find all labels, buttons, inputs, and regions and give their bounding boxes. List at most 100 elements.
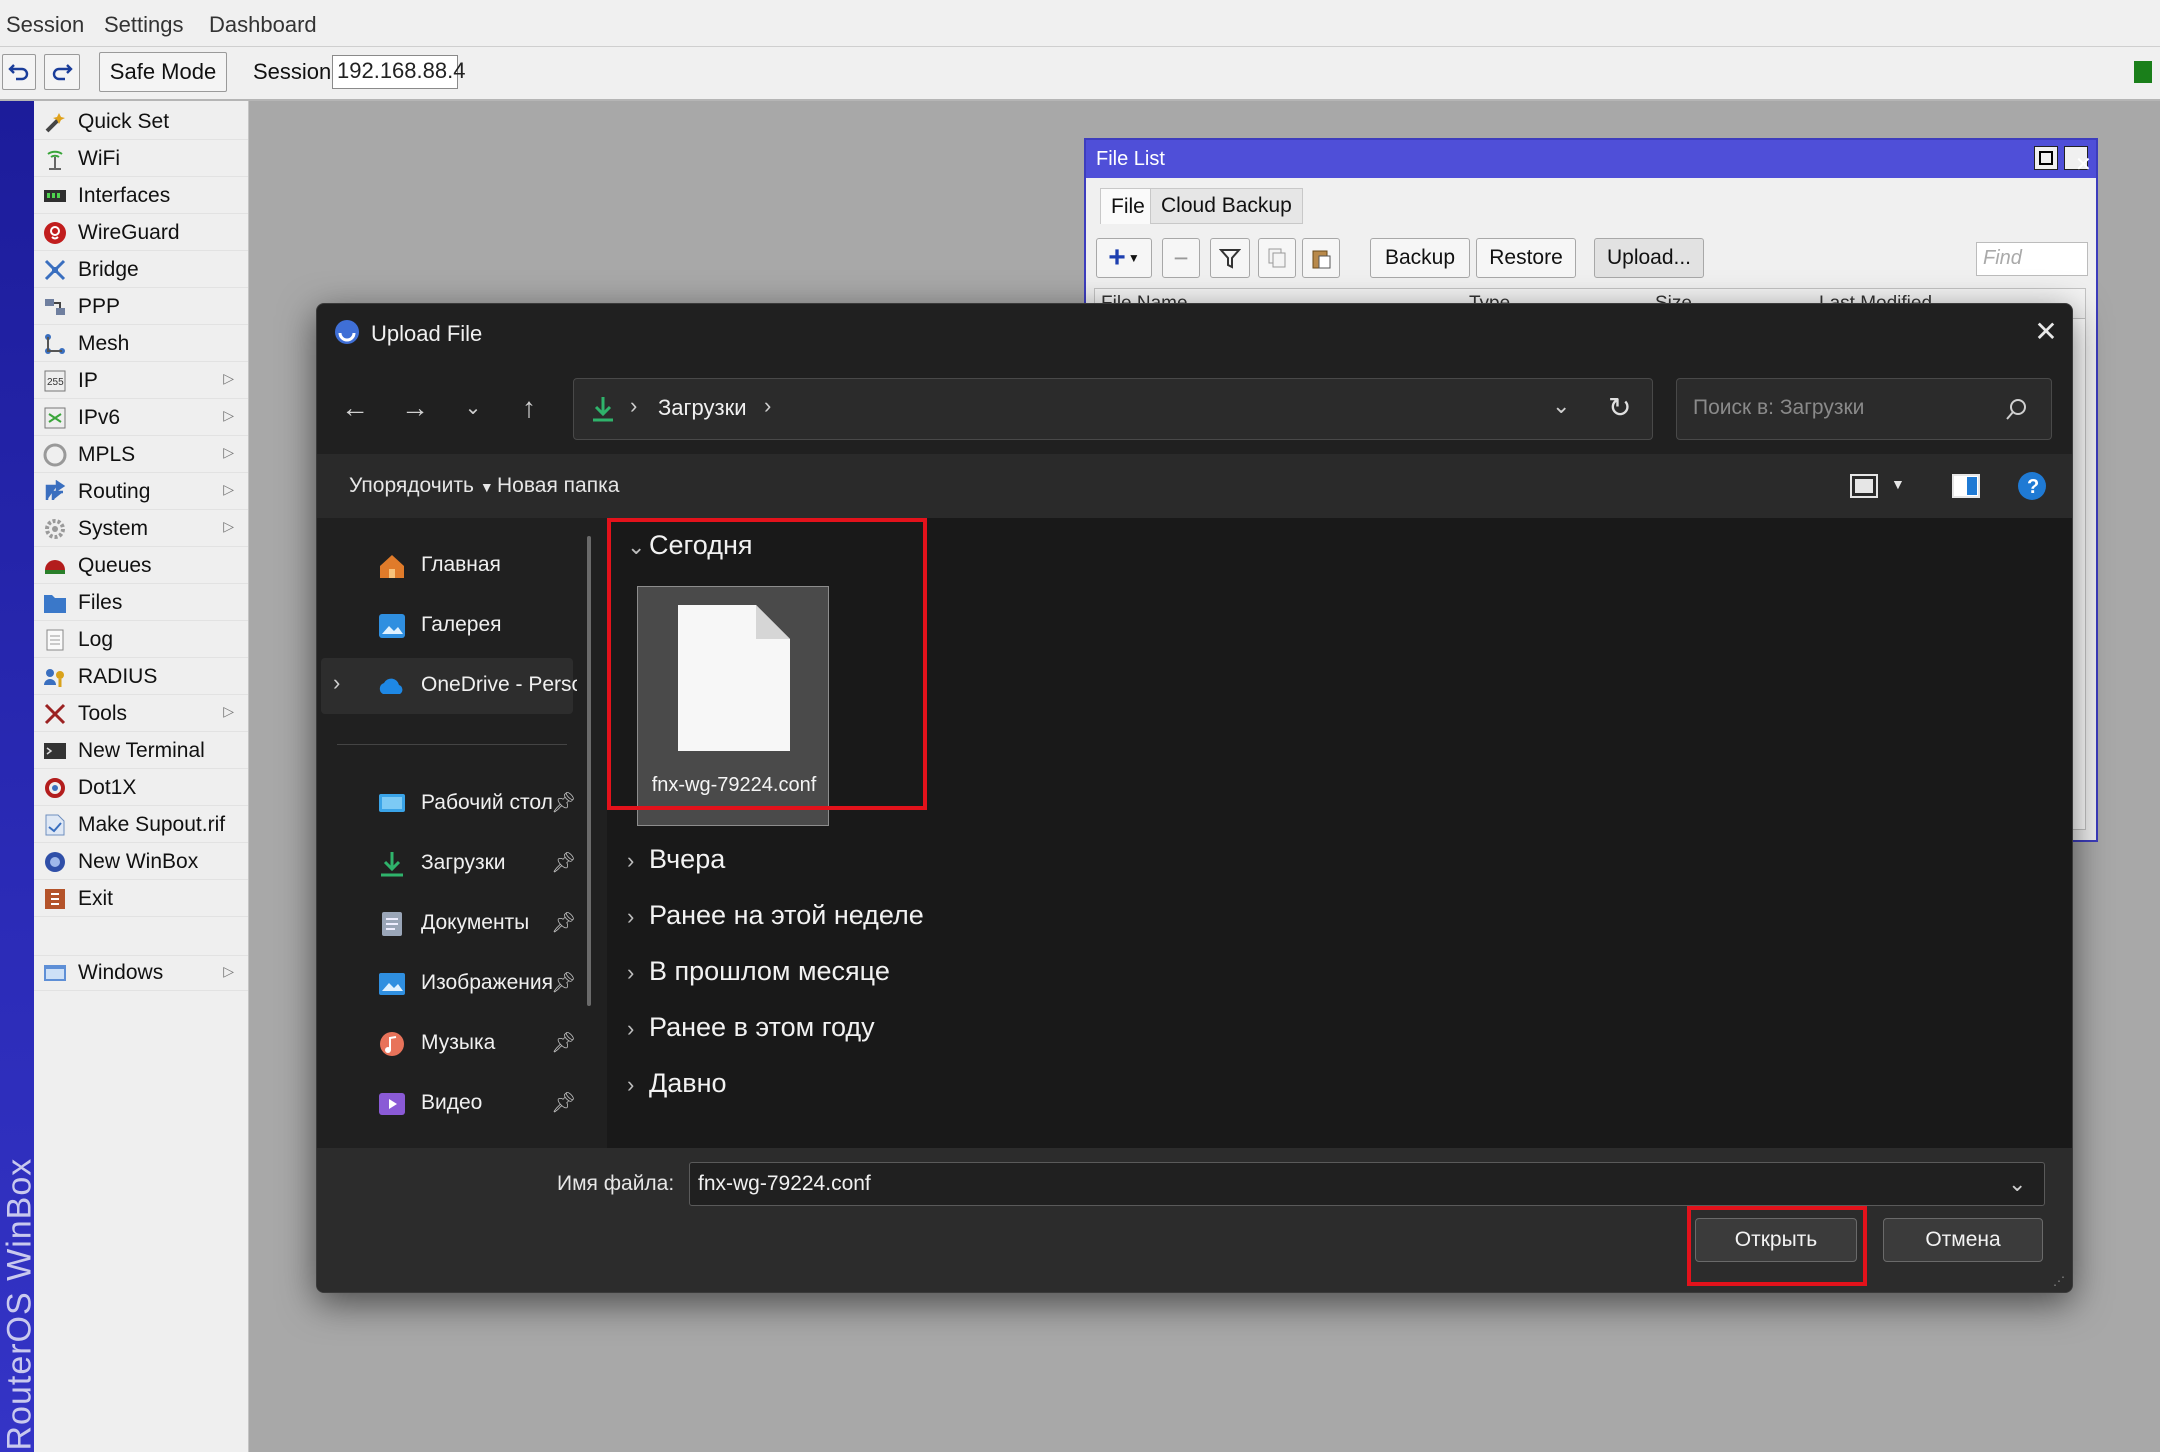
resize-grip-icon[interactable]: ⋰ <box>2053 1274 2065 1288</box>
nav-item-music[interactable]: Музыка 📌︎ <box>321 1016 581 1072</box>
add-button[interactable]: + ▼ <box>1096 238 1152 278</box>
new-folder-button[interactable]: Новая папка <box>497 474 619 498</box>
nav-item-documents[interactable]: Документы 📌︎ <box>321 896 581 952</box>
submenu-arrow-icon: ▷ <box>223 481 234 497</box>
session-address-field[interactable]: 192.168.88.4 <box>332 55 465 89</box>
chevron-down-icon[interactable]: ⌄ <box>2008 1171 2026 1197</box>
nav-item-video[interactable]: Видео 📌︎ <box>321 1076 581 1132</box>
safe-mode-button[interactable]: Safe Mode <box>99 52 227 92</box>
group-last-month[interactable]: › В прошлом месяце <box>627 956 890 987</box>
minus-icon: − <box>1173 242 1189 273</box>
restore-button[interactable]: Restore <box>1476 238 1576 278</box>
nav-item-desktop[interactable]: Рабочий стол 📌︎ <box>321 776 581 832</box>
refresh-icon[interactable]: ↻ <box>1608 391 1631 424</box>
sidebar-item-ipv6[interactable]: IPv6 ▷ <box>34 400 248 436</box>
sidebar-item-new-winbox[interactable]: New WinBox <box>34 844 248 880</box>
group-yesterday[interactable]: › Вчера <box>627 844 725 875</box>
expand-chevron-icon[interactable]: › <box>333 670 340 696</box>
maximize-button[interactable] <box>2034 146 2058 170</box>
sidebar-item-ip[interactable]: 255 IP ▷ <box>34 363 248 399</box>
sidebar-item-wireguard[interactable]: WireGuard <box>34 215 248 251</box>
sidebar-item-exit[interactable]: Exit <box>34 881 248 917</box>
group-earlier-this-week[interactable]: › Ранее на этой неделе <box>627 900 924 931</box>
exit-icon <box>42 887 68 911</box>
sidebar-item-tools[interactable]: Tools ▷ <box>34 696 248 732</box>
breadcrumb-separator-icon[interactable]: › <box>764 393 771 419</box>
cancel-button[interactable]: Отмена <box>1883 1218 2043 1262</box>
upload-button[interactable]: Upload... <box>1594 238 1704 278</box>
wand-icon <box>42 110 68 134</box>
find-input[interactable]: Find <box>1976 242 2088 276</box>
preview-pane-icon[interactable] <box>1951 473 1981 499</box>
sidebar-item-log[interactable]: Log <box>34 622 248 658</box>
view-mode-icon[interactable] <box>1849 473 1879 499</box>
nav-item-home[interactable]: Главная <box>321 538 581 594</box>
sidebar-item-routing[interactable]: Routing ▷ <box>34 474 248 510</box>
redo-button[interactable] <box>44 54 80 90</box>
sidebar-item-label: New WinBox <box>78 849 199 873</box>
sidebar-item-wifi[interactable]: WiFi <box>34 141 248 177</box>
organize-menu[interactable]: Упорядочить ▼ <box>349 474 494 498</box>
menu-settings[interactable]: Settings <box>104 12 184 38</box>
sidebar-item-files[interactable]: Files <box>34 585 248 621</box>
file-view: ⌄ Сегодня fnx-wg-79224.conf › Вчера › Ранее… <box>607 518 2072 1148</box>
search-box[interactable]: Поиск в: Загрузки <box>1676 378 2052 440</box>
dialog-close-button[interactable]: ✕ <box>2031 314 2061 350</box>
sidebar-item-ppp[interactable]: PPP <box>34 289 248 325</box>
menu-session[interactable]: Session <box>6 12 84 38</box>
sidebar-item-label: Mesh <box>78 331 130 355</box>
menu-dashboard[interactable]: Dashboard <box>209 12 317 38</box>
sidebar-item-new-terminal[interactable]: New Terminal <box>34 733 248 769</box>
remove-button[interactable]: − <box>1162 238 1200 278</box>
highlight-box <box>607 518 927 810</box>
close-button[interactable]: ✕ <box>2064 146 2092 175</box>
sidebar-item-quick-set[interactable]: Quick Set <box>34 104 248 140</box>
nav-item-onedrive[interactable]: › OneDrive - Personal <box>321 658 577 714</box>
sidebar-item-bridge[interactable]: Bridge <box>34 252 248 288</box>
filter-button[interactable] <box>1210 238 1250 278</box>
sidebar-item-mpls[interactable]: MPLS ▷ <box>34 437 248 473</box>
sidebar-item-windows[interactable]: Windows ▷ <box>34 955 248 991</box>
onedrive-icon <box>379 678 403 694</box>
nav-item-downloads[interactable]: Загрузки 📌︎ <box>321 836 581 892</box>
forward-button[interactable]: → <box>395 388 435 428</box>
nav-scrollbar[interactable] <box>587 536 591 1006</box>
sidebar-item-radius[interactable]: RADIUS <box>34 659 248 695</box>
tab-file[interactable]: File <box>1100 188 1156 224</box>
nav-item-pictures[interactable]: Изображения 📌︎ <box>321 956 581 1012</box>
sidebar-item-queues[interactable]: Queues <box>34 548 248 584</box>
sidebar-item-dot1x[interactable]: Dot1X <box>34 770 248 806</box>
group-label: Давно <box>649 1068 727 1098</box>
tab-cloud-backup[interactable]: Cloud Backup <box>1150 188 1303 224</box>
chevron-right-icon: › <box>627 904 635 929</box>
search-input[interactable]: Поиск в: Загрузки <box>1693 396 1864 420</box>
file-list-title: File List <box>1096 148 1165 170</box>
address-dropdown-button[interactable]: ⌄ <box>1552 393 1570 419</box>
file-list-titlebar[interactable]: File List ✕ <box>1086 140 2096 178</box>
group-long-ago[interactable]: › Давно <box>627 1068 727 1099</box>
copy-button[interactable] <box>1258 238 1296 278</box>
sidebar-item-make-supout[interactable]: Make Supout.rif <box>34 807 248 843</box>
nav-item-gallery[interactable]: Галерея <box>321 598 581 654</box>
back-button[interactable]: ← <box>335 388 375 428</box>
sidebar-item-interfaces[interactable]: Interfaces <box>34 178 248 214</box>
view-options-chevron-icon[interactable]: ▼ <box>1891 476 1905 492</box>
downloads-icon <box>593 397 613 422</box>
sidebar-item-system[interactable]: System ▷ <box>34 511 248 547</box>
mpls-icon <box>42 443 68 467</box>
help-icon[interactable]: ? <box>2017 471 2047 501</box>
breadcrumb-downloads[interactable]: Загрузки <box>658 395 747 421</box>
sidebar-item-mesh[interactable]: Mesh <box>34 326 248 362</box>
pin-icon: 📌︎ <box>551 852 577 874</box>
submenu-arrow-icon: ▷ <box>223 963 234 979</box>
recent-locations-button[interactable]: ⌄ <box>453 388 493 428</box>
address-bar[interactable]: › Загрузки › ⌄ ↻ <box>573 378 1653 440</box>
bridge-icon <box>42 258 68 282</box>
paste-button[interactable] <box>1302 238 1340 278</box>
group-earlier-this-year[interactable]: › Ранее в этом году <box>627 1012 875 1043</box>
backup-button[interactable]: Backup <box>1370 238 1470 278</box>
undo-button[interactable] <box>2 54 36 90</box>
filename-field[interactable]: fnx-wg-79224.conf ⌄ <box>689 1162 2045 1206</box>
up-button[interactable]: ↑ <box>509 388 549 428</box>
redo-icon <box>52 64 73 81</box>
